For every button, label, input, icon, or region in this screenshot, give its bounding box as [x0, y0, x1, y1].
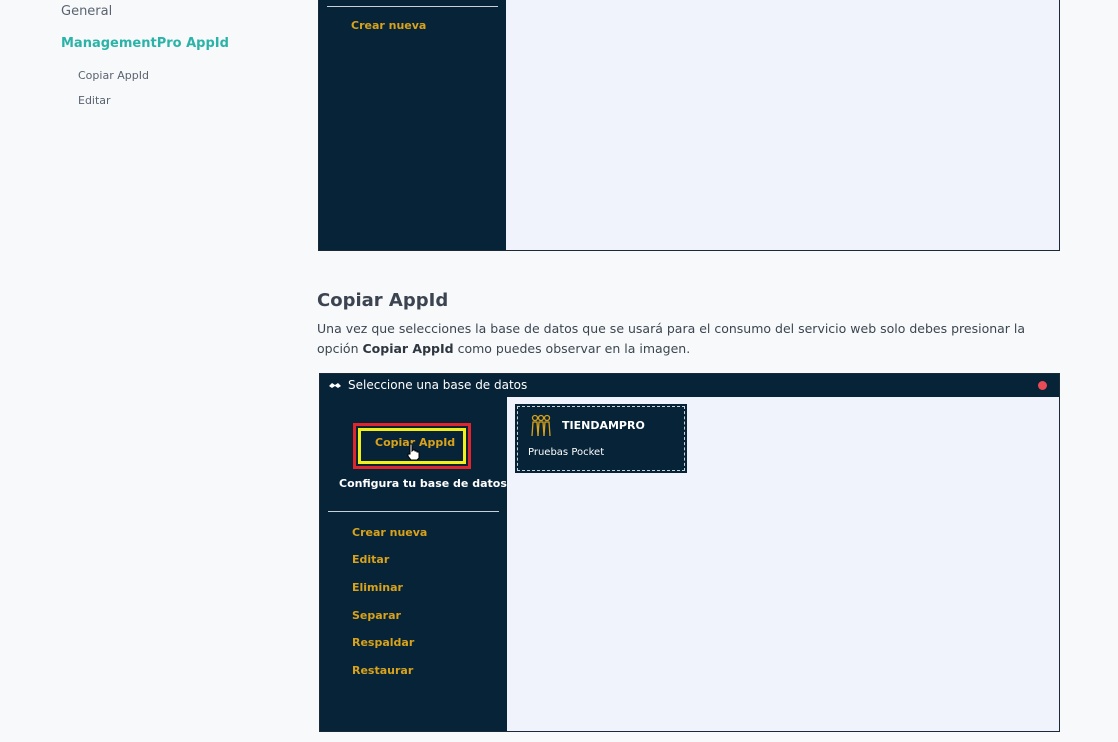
- menu-item-restaurar[interactable]: Restaurar: [352, 664, 413, 677]
- hand-cursor-icon: [407, 443, 420, 461]
- menu-item-eliminar[interactable]: Eliminar: [352, 581, 403, 594]
- database-sidebar: Copiar AppId Configura tu base de datos …: [320, 397, 507, 731]
- divider: [328, 511, 499, 512]
- nav-item-general[interactable]: General: [61, 4, 112, 19]
- divider: [327, 6, 498, 7]
- paragraph-text-end: como puedes observar en la imagen.: [453, 341, 691, 356]
- menu-item-crear-nueva[interactable]: Crear nueva: [352, 526, 427, 539]
- users-icon: [531, 414, 551, 437]
- database-card[interactable]: TIENDAMPRO Pruebas Pocket: [515, 404, 687, 473]
- database-description: Pruebas Pocket: [528, 447, 605, 458]
- paragraph-bold: Copiar AppId: [362, 341, 454, 356]
- screenshot-database-selector: Seleccione una base de datos Copiar AppI…: [319, 373, 1060, 732]
- nav-subitem-copiar-appid[interactable]: Copiar AppId: [78, 69, 149, 82]
- menu-item-respaldar[interactable]: Respaldar: [352, 636, 414, 649]
- section-title: Copiar AppId: [317, 290, 449, 311]
- config-label: Configura tu base de datos: [339, 477, 507, 490]
- section-paragraph: Una vez que selecciones la base de datos…: [317, 319, 1037, 359]
- menu-item-separar[interactable]: Separar: [352, 609, 401, 622]
- handshake-icon: [329, 383, 341, 388]
- menu-item-editar[interactable]: Editar: [352, 553, 389, 566]
- nav-subitem-editar[interactable]: Editar: [78, 94, 111, 107]
- nav-item-managementpro-appid[interactable]: ManagementPro AppId: [61, 36, 229, 51]
- menu-item-crear-nueva: Crear nueva: [351, 19, 427, 32]
- window-titlebar: Seleccione una base de datos: [320, 374, 1059, 397]
- database-name: TIENDAMPRO: [562, 419, 645, 432]
- close-icon[interactable]: [1038, 381, 1047, 390]
- window-title: Seleccione una base de datos: [348, 378, 528, 392]
- screenshot-top: Crear nueva: [318, 0, 1060, 251]
- screenshot-top-sidebar: Crear nueva: [319, 0, 506, 250]
